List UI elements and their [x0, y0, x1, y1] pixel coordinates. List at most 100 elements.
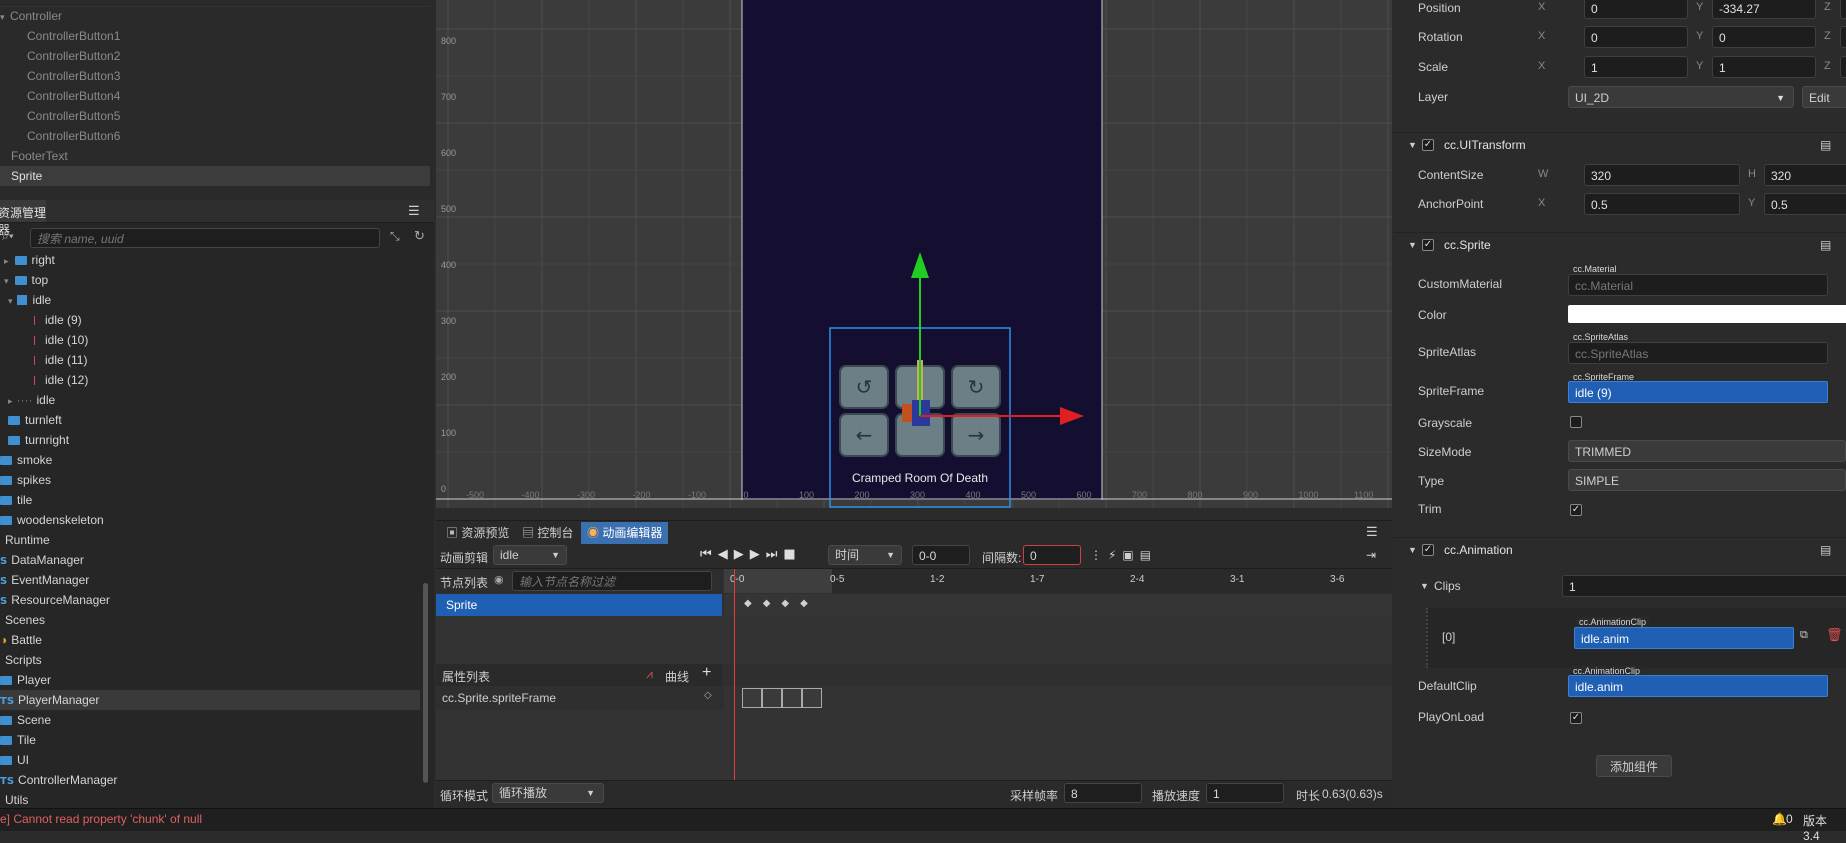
animation-enabled-checkbox[interactable]: ✓ — [1422, 544, 1434, 556]
asset-atlas-idle[interactable]: ▾ idle — [0, 290, 428, 310]
hierarchy-item-controllerbutton2[interactable]: ControllerButton2 — [0, 46, 457, 66]
default-clip-field[interactable]: idle.anim — [1568, 675, 1828, 697]
rotation-z-input[interactable]: 0 — [1840, 26, 1846, 48]
asset-folder-utils[interactable]: Utils — [0, 790, 425, 810]
playhead[interactable] — [734, 569, 735, 780]
current-time-input[interactable]: 0-0 — [912, 545, 970, 565]
rotation-x-input[interactable]: 0 — [1584, 26, 1688, 48]
hierarchy-item-controllerbutton6[interactable]: ControllerButton6 — [0, 126, 457, 146]
animation-header[interactable]: ▼ ✓ cc.Animation ▤ — [1394, 537, 1846, 562]
scene-view[interactable]: ↺ ↻ ← → 800 700 600 500 400 300 200 100 0 -500 -4… — [436, 0, 1392, 508]
play-on-load-checkbox[interactable]: ✓ — [1570, 712, 1582, 724]
tab-asset-preview[interactable]: ▣ 资源预览 — [440, 522, 515, 544]
hierarchy-item-sprite[interactable]: Sprite — [0, 166, 430, 186]
type-select[interactable]: SIMPLE — [1568, 469, 1846, 491]
asset-folder-spikes[interactable]: spikes — [0, 470, 420, 490]
exit-icon[interactable]: ⇥ — [1366, 548, 1376, 562]
asset-folder-scripts[interactable]: Scripts — [0, 650, 425, 670]
sprite-frame-field[interactable]: idle (9) — [1568, 381, 1828, 403]
trash-icon[interactable]: 🗑 — [1826, 627, 1843, 643]
asset-script-eventmanager[interactable]: S EventManager — [0, 570, 420, 590]
uitransform-header[interactable]: ▼ ✓ cc.UITransform ▤ — [1394, 132, 1846, 157]
playback-controls[interactable]: ⏮◀▶▶⏭■ — [700, 547, 802, 562]
asset-folder-right[interactable]: ▸ right — [0, 250, 424, 270]
asset-folder-turnright[interactable]: turnright — [0, 430, 428, 450]
menu-icon[interactable]: ☰ — [408, 203, 420, 219]
collapse-arrow-icon[interactable]: ▼ — [1408, 233, 1417, 257]
hierarchy-item-controllerbutton5[interactable]: ControllerButton5 — [0, 106, 457, 126]
hierarchy-item-controllerbutton3[interactable]: ControllerButton3 — [0, 66, 457, 86]
asset-script-playermanager[interactable]: TS PlayerManager — [0, 690, 420, 710]
browse-icon[interactable]: ⧉ — [1800, 629, 1808, 642]
trim-checkbox[interactable]: ✓ — [1570, 504, 1582, 516]
sprite-frame-keyframe[interactable] — [782, 688, 802, 708]
collapse-all-icon[interactable]: ⤡ — [390, 229, 400, 244]
clip-field[interactable]: idle.anim — [1574, 627, 1794, 649]
color-swatch[interactable] — [1568, 305, 1846, 323]
asset-frame-idle-11[interactable]: idle (11) — [0, 350, 454, 370]
tool-icons[interactable]: ⋮⚡▣▤ — [1090, 548, 1157, 562]
sprite-frame-keyframe[interactable] — [742, 688, 762, 708]
asset-frame-idle-12[interactable]: idle (12) — [0, 370, 454, 390]
sample-rate-input[interactable]: 8 — [1064, 783, 1142, 803]
sprite-frame-keyframe[interactable] — [802, 688, 822, 708]
add-property-icon[interactable]: + — [702, 664, 711, 682]
position-y-input[interactable]: -334.27 — [1712, 0, 1816, 19]
hierarchy-item-controllerbutton1[interactable]: ControllerButton1 — [0, 26, 457, 46]
collapse-arrow-icon[interactable]: ▼ — [1420, 581, 1429, 591]
bell-icon[interactable]: 🔔 — [1772, 812, 1787, 826]
property-row[interactable]: cc.Sprite.spriteFrame ◇ — [436, 687, 722, 709]
time-mode-select[interactable]: 时间 ▼ — [828, 545, 902, 565]
content-width-input[interactable]: 320 — [1584, 164, 1740, 186]
uitransform-enabled-checkbox[interactable]: ✓ — [1422, 139, 1434, 151]
asset-script-datamanager[interactable]: S DataManager — [0, 550, 420, 570]
asset-folder-tile[interactable]: tile — [0, 490, 420, 510]
curve-icon[interactable]: ⩘ — [646, 667, 653, 682]
custom-material-field[interactable]: cc.Material — [1568, 274, 1828, 296]
book-icon[interactable]: ▤ — [1820, 133, 1831, 157]
asset-folder-smoke[interactable]: smoke — [0, 450, 420, 470]
content-height-input[interactable]: 320 — [1764, 164, 1846, 186]
book-icon[interactable]: ▤ — [1820, 233, 1831, 257]
collapse-arrow-icon[interactable]: ▼ — [1408, 133, 1417, 157]
search-icon[interactable]: ⌕▾ — [2, 229, 14, 244]
sprite-header[interactable]: ▼ ✓ cc.Sprite ▤ — [1394, 232, 1846, 257]
loop-mode-select[interactable]: 循环播放 ▼ — [492, 783, 604, 803]
tab-animation-editor[interactable]: ◉ 动画编辑器 — [581, 522, 669, 544]
position-x-input[interactable]: 0 — [1584, 0, 1688, 19]
asset-folder-top[interactable]: ▾ top — [0, 270, 424, 290]
grayscale-checkbox[interactable] — [1570, 416, 1582, 428]
node-row-sprite[interactable]: Sprite — [436, 594, 722, 616]
assets-tab[interactable]: 资源管理器 — [0, 200, 46, 237]
refresh-icon[interactable]: ↻ — [414, 228, 425, 244]
clip-select[interactable]: idle ▼ — [493, 545, 567, 565]
scale-z-input[interactable]: 1 — [1840, 56, 1846, 78]
rotation-y-input[interactable]: 0 — [1712, 26, 1816, 48]
layer-select[interactable]: UI_2D ▼ — [1568, 86, 1794, 108]
asset-folder-turnleft[interactable]: turnleft — [0, 410, 428, 430]
timeline-ruler[interactable]: 0-0 0-5 1-2 1-7 2-4 3-1 3-6 — [724, 569, 1392, 593]
add-component-button[interactable]: 添加组件 — [1596, 755, 1672, 777]
tab-console[interactable]: ▤ 控制台 — [516, 522, 579, 544]
asset-scene-battle[interactable]: ◑ Battle — [0, 630, 420, 650]
error-message[interactable]: e] Cannot read property 'chunk' of null — [0, 812, 202, 826]
eye-icon[interactable]: ◉ — [494, 573, 504, 586]
hierarchy-item-footertext[interactable]: FooterText — [0, 146, 441, 166]
scale-y-input[interactable]: 1 — [1712, 56, 1816, 78]
sprite-atlas-field[interactable]: cc.SpriteAtlas — [1568, 342, 1828, 364]
speed-input[interactable]: 1 — [1206, 783, 1284, 803]
anchor-y-input[interactable]: 0.5 — [1764, 193, 1846, 215]
scale-x-input[interactable]: 1 — [1584, 56, 1688, 78]
node-keyframe-track[interactable]: ◆◆◆◆ — [724, 594, 1392, 616]
hierarchy-item-controller[interactable]: ▾ Controller — [0, 6, 430, 26]
asset-script-resourcemanager[interactable]: S ResourceManager — [0, 590, 420, 610]
assets-scrollbar[interactable] — [423, 583, 428, 783]
collapse-arrow-icon[interactable]: ▾ — [0, 7, 10, 27]
asset-script-controllermanager[interactable]: TS ControllerManager — [0, 770, 420, 790]
interval-input[interactable]: 0 — [1023, 545, 1081, 565]
asset-folder-runtime[interactable]: Runtime — [0, 530, 425, 550]
position-z-input[interactable]: 0 — [1840, 0, 1846, 19]
sprite-frame-keyframe[interactable] — [762, 688, 782, 708]
asset-folder-scenes[interactable]: Scenes — [0, 610, 425, 630]
asset-frame-idle-10[interactable]: idle (10) — [0, 330, 454, 350]
